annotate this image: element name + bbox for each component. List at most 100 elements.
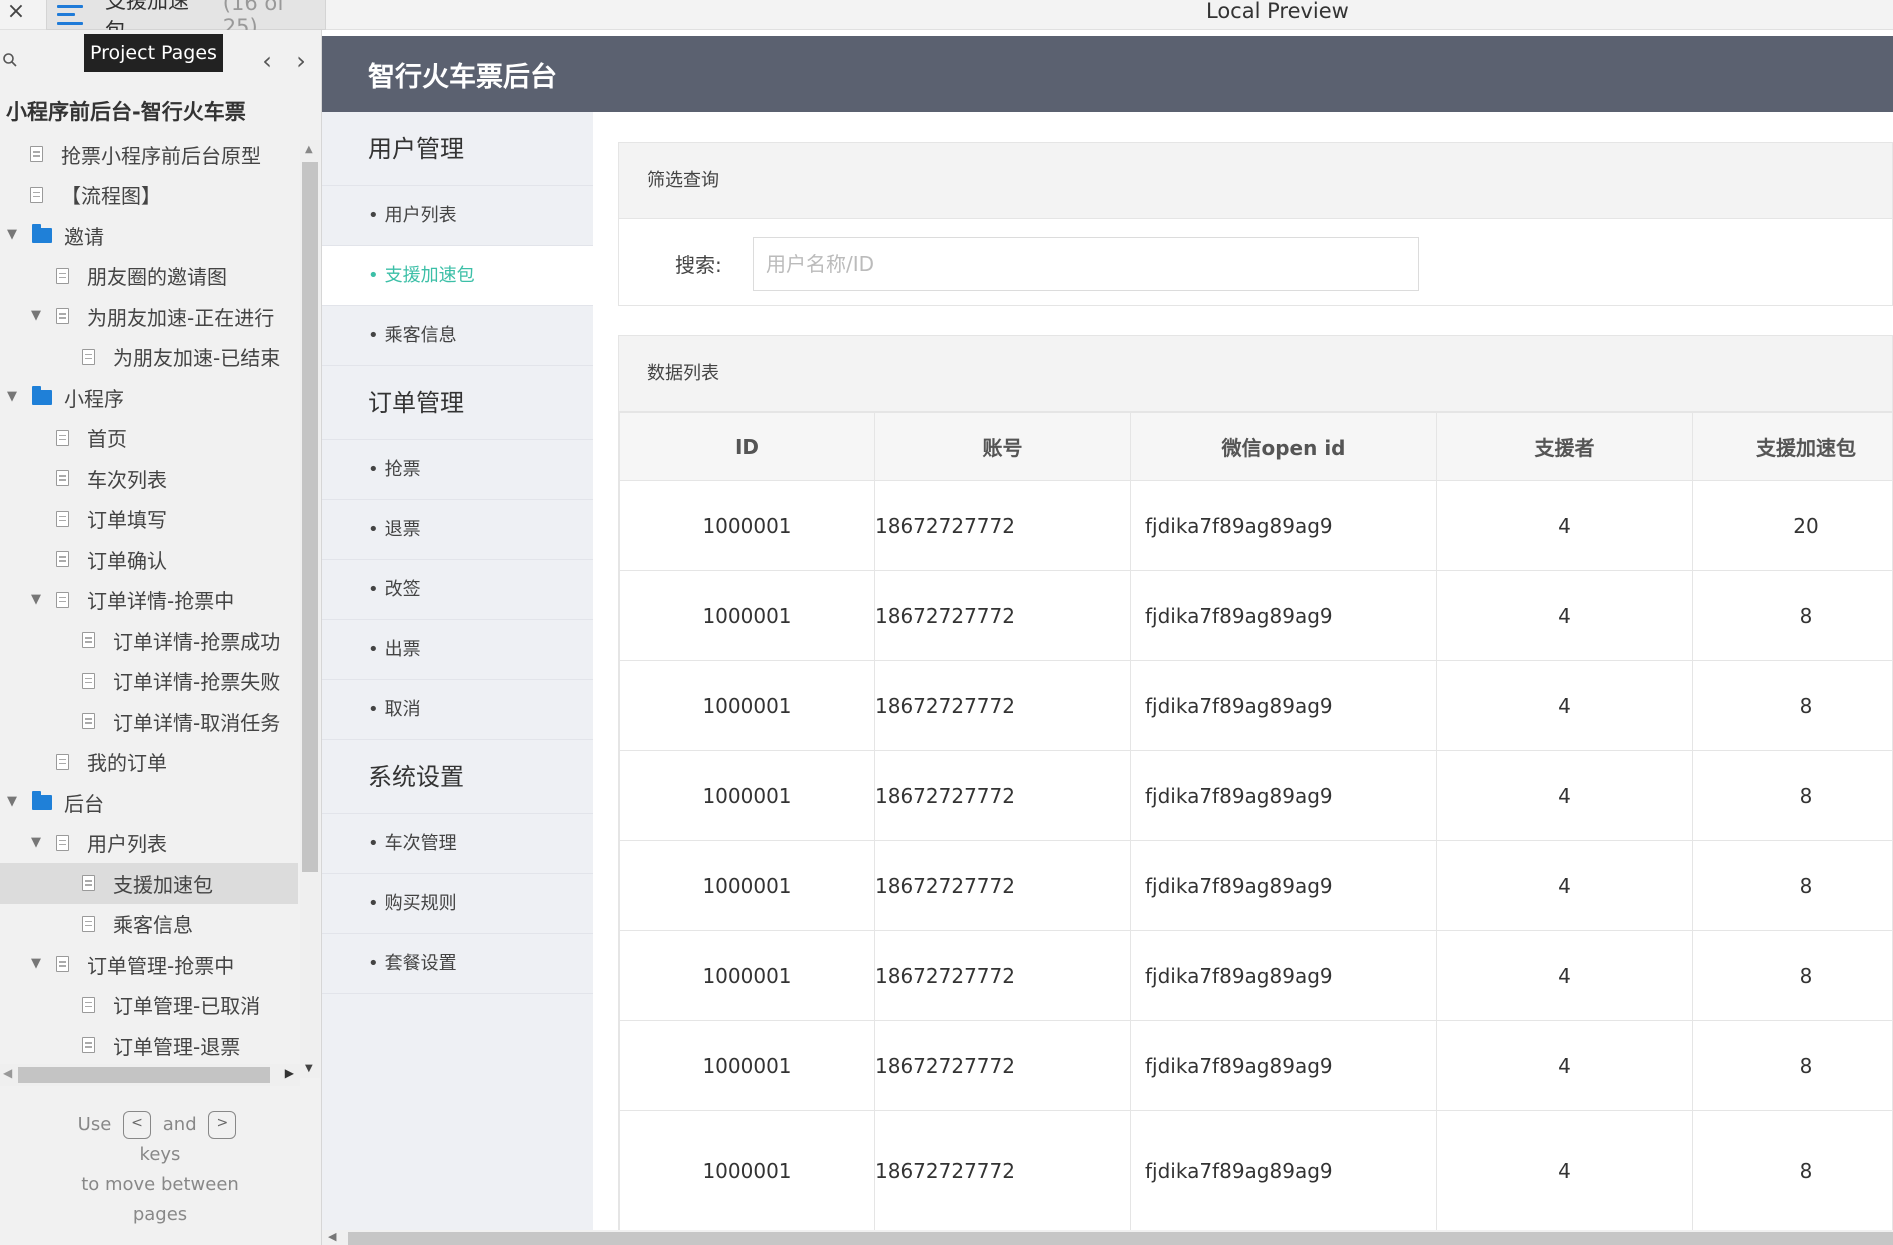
expand-caret-icon[interactable]: ▼ [6,390,18,403]
nav-link[interactable]: • 购买规则 [322,874,593,934]
nav-link[interactable]: • 乘客信息 [322,306,593,366]
tree-item-label: 小程序 [64,386,124,411]
tree-item[interactable]: 支援加速包 [0,863,298,904]
table-cell: 18672727772 [874,750,1131,841]
tree-item[interactable]: 抢票小程序前后台原型 [0,134,298,175]
expand-caret-icon[interactable]: ▼ [6,795,18,808]
tree-item[interactable]: 订单确认 [0,539,298,580]
tree-item[interactable]: 订单填写 [0,499,298,540]
tree-item[interactable]: 车次列表 [0,458,298,499]
expand-caret-icon[interactable]: ▼ [30,957,42,970]
table-row[interactable]: 1000001 18672727772 fjdika7f89ag89ag9 4 8 [619,750,1892,841]
table-cell: fjdika7f89ag89ag9 [1130,570,1437,661]
expand-caret-icon[interactable]: ▼ [6,228,18,241]
close-icon[interactable]: × [4,0,28,26]
expand-caret-icon[interactable]: ▼ [30,309,42,322]
tree-item[interactable]: ▼ 为朋友加速-正在进行 [0,296,298,337]
table-cell: fjdika7f89ag89ag9 [1130,480,1437,571]
tree-item[interactable]: 首页 [0,418,298,459]
bullet-icon: • [368,579,379,600]
table-row[interactable]: 1000001 18672727772 fjdika7f89ag89ag9 4 8 [619,1110,1892,1231]
bullet-icon: • [368,639,379,660]
tree-item[interactable]: ▼ 订单管理-抢票中 [0,944,298,985]
tree-item[interactable]: 订单详情-抢票失败 [0,661,298,702]
project-title: 小程序前后台-智行火车票 [6,100,246,124]
table-row[interactable]: 1000001 18672727772 fjdika7f89ag89ag9 4 8 [619,1020,1892,1111]
scroll-down-icon[interactable]: ▼ [305,1063,313,1074]
tree-item[interactable]: 朋友圈的邀请图 [0,256,298,297]
scroll-left-icon[interactable]: ◀ [3,1066,12,1080]
nav-link[interactable]: • 抢票 [322,440,593,500]
table-row[interactable]: 1000001 18672727772 fjdika7f89ag89ag9 4 20 [619,480,1892,571]
tree-item[interactable]: ▼ 小程序 [0,377,298,418]
table-cell: fjdika7f89ag89ag9 [1130,840,1437,931]
preview-horizontal-scrollbar[interactable]: ◀ [322,1230,1893,1245]
page-icon [56,956,69,973]
table-cell: 1000001 [619,750,875,841]
nav-link[interactable]: • 取消 [322,680,593,740]
tree-item[interactable]: ▼ 订单详情-抢票中 [0,580,298,621]
nav-link[interactable]: • 车次管理 [322,814,593,874]
scroll-right-icon[interactable]: ▶ [285,1066,294,1080]
expand-caret-icon[interactable]: ▼ [30,836,42,849]
tree-item[interactable]: 【流程图】 [0,175,298,216]
table-cell: fjdika7f89ag89ag9 [1130,1020,1437,1111]
scroll-up-icon[interactable]: ▲ [305,144,313,155]
nav-link[interactable]: • 用户列表 [322,186,593,246]
search-icon[interactable] [2,52,18,68]
search-input[interactable] [753,237,1419,291]
tree-item[interactable]: 订单管理-已取消 [0,985,298,1026]
tree-item-label: 用户列表 [87,832,167,857]
table-row[interactable]: 1000001 18672727772 fjdika7f89ag89ag9 4 8 [619,660,1892,751]
page-icon [82,713,95,730]
tree-item-label: 订单详情-抢票中 [87,589,235,614]
table-cell: 8 [1692,930,1892,1021]
next-page-icon[interactable]: › [290,48,312,74]
nav-link[interactable]: • 退票 [322,500,593,560]
sidebar-horizontal-scrollbar[interactable]: ◀ ▶ [0,1064,300,1086]
column-header: 支援加速包 [1692,412,1892,481]
bullet-icon: • [368,459,379,480]
tree-item[interactable]: 订单详情-取消任务 [0,701,298,742]
sidebar-vertical-scrollbar[interactable]: ▲ ▼ [300,140,320,1078]
tree-item-label: 乘客信息 [113,913,193,938]
page-title-tab[interactable]: 支援加速包 (16 of 25) [46,0,326,43]
nav-link[interactable]: • 改签 [322,560,593,620]
expand-caret-icon[interactable]: ▼ [30,593,42,606]
tree-item[interactable]: 为朋友加速-已结束 [0,337,298,378]
table-cell: 8 [1692,1020,1892,1111]
table-cell: 1000001 [619,930,875,1021]
tree-item[interactable]: 订单管理-退票 [0,1025,298,1064]
tree-item[interactable]: ▼ 邀请 [0,215,298,256]
prev-key-icon: < [123,1111,152,1139]
data-list-panel: 数据列表 ID 账号 微信open id 支援者 支援加速包 1000001 186727… [618,335,1893,1245]
scroll-left-icon[interactable]: ◀ [328,1230,336,1243]
tree-item[interactable]: 我的订单 [0,742,298,783]
bullet-icon: • [368,325,379,346]
tree-item[interactable]: 订单详情-抢票成功 [0,620,298,661]
scrollbar-thumb[interactable] [348,1232,1893,1245]
project-pages-sidebar: Project Pages ‹ › 小程序前后台-智行火车票 抢票小程序前后台原… [0,30,322,1245]
nav-link[interactable]: • 套餐设置 [322,934,593,994]
tree-item-label: 订单详情-抢票失败 [113,670,281,695]
scrollbar-thumb[interactable] [302,162,318,872]
table-cell: 18672727772 [874,1020,1131,1111]
column-header: 支援者 [1436,412,1693,481]
column-header: 微信open id [1130,412,1437,481]
nav-link[interactable]: • 出票 [322,620,593,680]
previous-page-icon[interactable]: ‹ [256,48,278,74]
table-cell: 18672727772 [874,480,1131,571]
tree-item[interactable]: 乘客信息 [0,904,298,945]
nav-link-label: 套餐设置 [384,953,457,974]
table-row[interactable]: 1000001 18672727772 fjdika7f89ag89ag9 4 8 [619,570,1892,661]
table-row[interactable]: 1000001 18672727772 fjdika7f89ag89ag9 4 8 [619,840,1892,931]
tree-item[interactable]: ▼ 用户列表 [0,823,298,864]
nav-link-label: 退票 [384,519,421,540]
nav-link[interactable]: • 支援加速包 [322,246,593,306]
menu-icon[interactable] [57,4,83,25]
tree-item-label: 订单管理-已取消 [113,994,261,1019]
table-row[interactable]: 1000001 18672727772 fjdika7f89ag89ag9 4 8 [619,930,1892,1021]
table-cell: 8 [1692,750,1892,841]
tree-item[interactable]: ▼ 后台 [0,782,298,823]
scrollbar-thumb[interactable] [18,1067,270,1083]
